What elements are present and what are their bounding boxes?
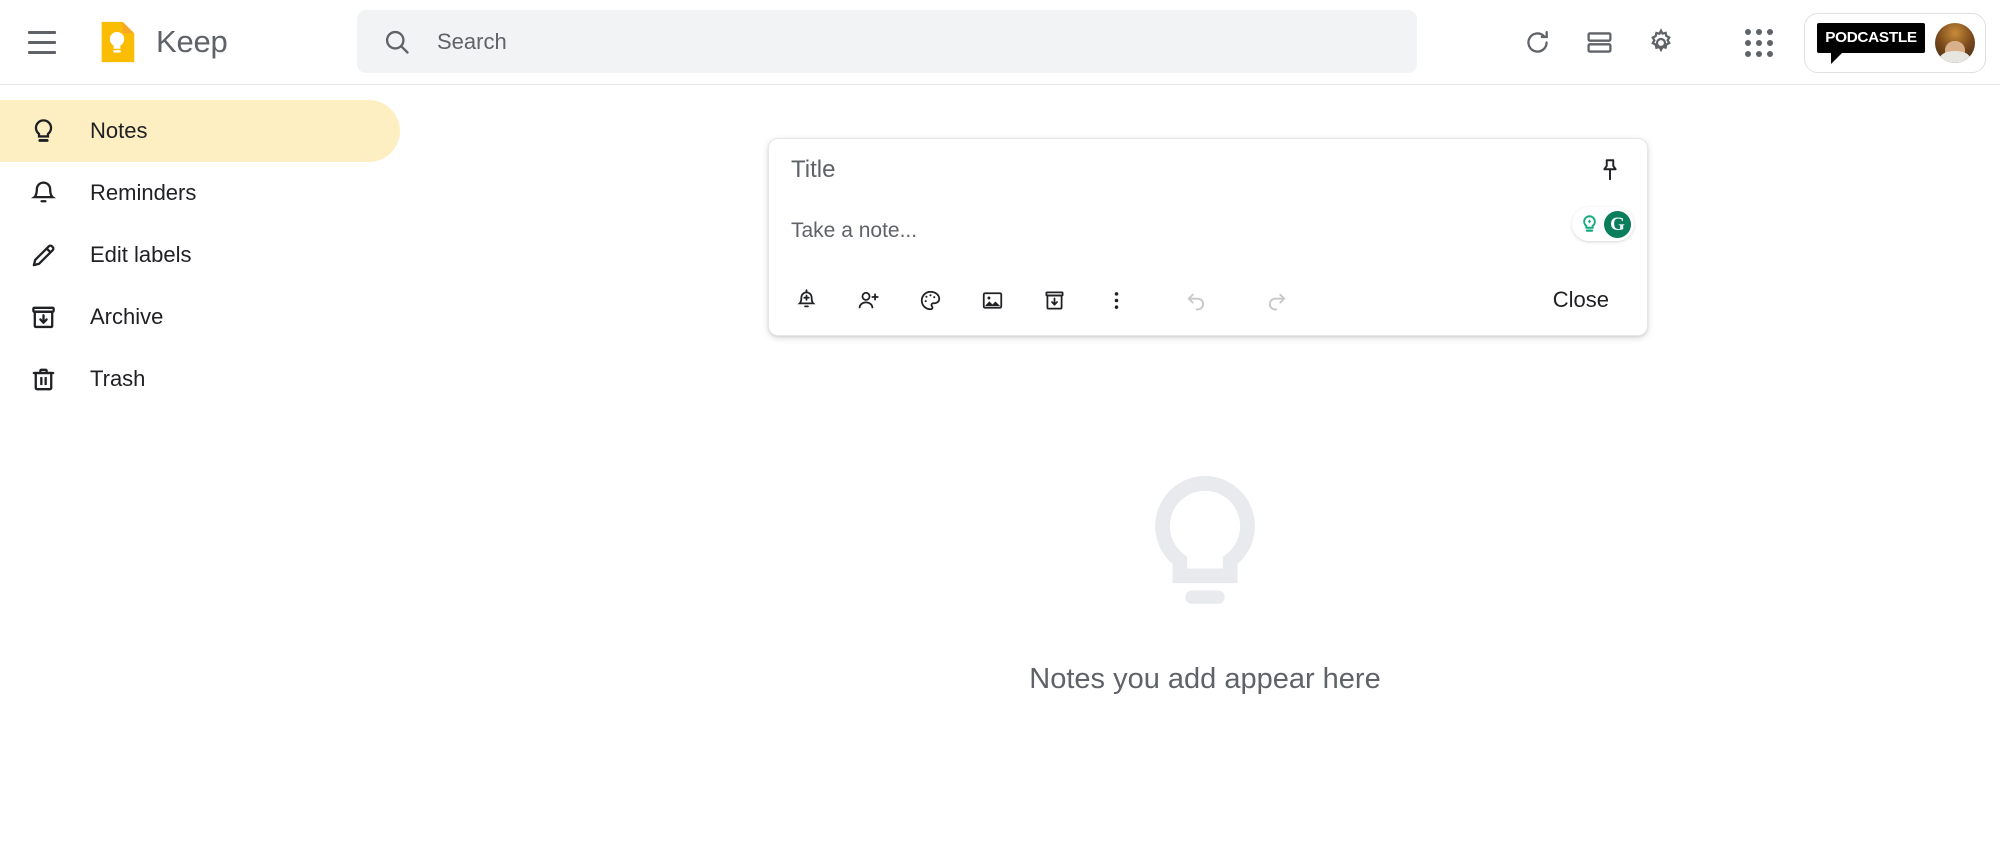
sidebar-item-label: Trash [90, 366, 146, 391]
empty-state-text: Notes you add appear here [1029, 663, 1381, 695]
note-composer-card[interactable]: G [768, 138, 1648, 336]
hamburger-menu-icon[interactable] [12, 12, 72, 72]
menu-line [28, 40, 56, 44]
background-options-button[interactable] [907, 277, 953, 323]
sidebar-item-trash[interactable]: Trash [0, 348, 400, 410]
add-image-button[interactable] [969, 277, 1015, 323]
pin-note-button[interactable] [1587, 147, 1633, 193]
sidebar-item-label: Archive [90, 304, 164, 329]
lightbulb-large-icon [1155, 476, 1255, 604]
app-header: Keep Search PODCASTLE [0, 0, 2000, 85]
search-bar[interactable] [357, 10, 1417, 73]
podcastle-brand-logo: PODCASTLE [1817, 21, 1925, 65]
bell-icon [22, 179, 64, 208]
note-title-input[interactable] [791, 156, 1491, 184]
sidebar-item-label: Edit labels [90, 242, 192, 267]
more-options-button[interactable] [1093, 277, 1139, 323]
grammarly-widget[interactable]: G [1572, 207, 1634, 241]
remind-me-button[interactable] [783, 277, 829, 323]
search-input[interactable] [437, 28, 1337, 55]
search-icon [383, 28, 411, 56]
account-chip[interactable]: PODCASTLE [1804, 12, 1986, 73]
main-content: G [410, 86, 2000, 851]
trash-icon [22, 365, 64, 394]
grammarly-g-icon: G [1604, 210, 1631, 238]
google-apps-button[interactable] [1728, 12, 1790, 74]
composer-toolbar: Close [769, 265, 1647, 335]
sidebar-item-archive[interactable]: Archive [0, 286, 400, 348]
grammarly-bulb-icon [1576, 211, 1602, 237]
menu-line [28, 50, 56, 54]
page-title: Keep [156, 24, 228, 59]
sidebar-nav: Notes Reminders Edit labels Archive Tras… [0, 86, 410, 851]
sidebar-item-reminders[interactable]: Reminders [0, 162, 400, 224]
list-view-button[interactable] [1568, 12, 1630, 74]
settings-button[interactable] [1630, 12, 1692, 74]
sidebar-item-notes[interactable]: Notes [0, 100, 400, 162]
composer-title-row [769, 139, 1647, 201]
menu-line [28, 30, 56, 34]
brand-logo[interactable]: Keep [94, 19, 228, 65]
lightbulb-icon [22, 117, 64, 146]
note-body-input[interactable] [791, 219, 1451, 243]
apps-grid-icon [1745, 28, 1773, 57]
keep-logo-icon [101, 21, 135, 63]
redo-button[interactable] [1253, 277, 1299, 323]
podcastle-brand-label: PODCASTLE [1825, 29, 1917, 46]
archive-button[interactable] [1031, 277, 1077, 323]
collaborator-button[interactable] [845, 277, 891, 323]
sidebar-item-edit-labels[interactable]: Edit labels [0, 224, 400, 286]
refresh-button[interactable] [1506, 12, 1568, 74]
undo-button[interactable] [1173, 277, 1219, 323]
sidebar-item-label: Notes [90, 118, 148, 143]
archive-icon [22, 303, 64, 332]
close-composer-button[interactable]: Close [1539, 277, 1623, 323]
sidebar-item-label: Reminders [90, 180, 197, 205]
composer-body-row: G [769, 201, 1647, 261]
avatar[interactable] [1935, 22, 1975, 63]
header-actions: PODCASTLE [1506, 0, 2000, 85]
pencil-icon [22, 241, 64, 270]
empty-state: Notes you add appear here [410, 461, 2000, 696]
